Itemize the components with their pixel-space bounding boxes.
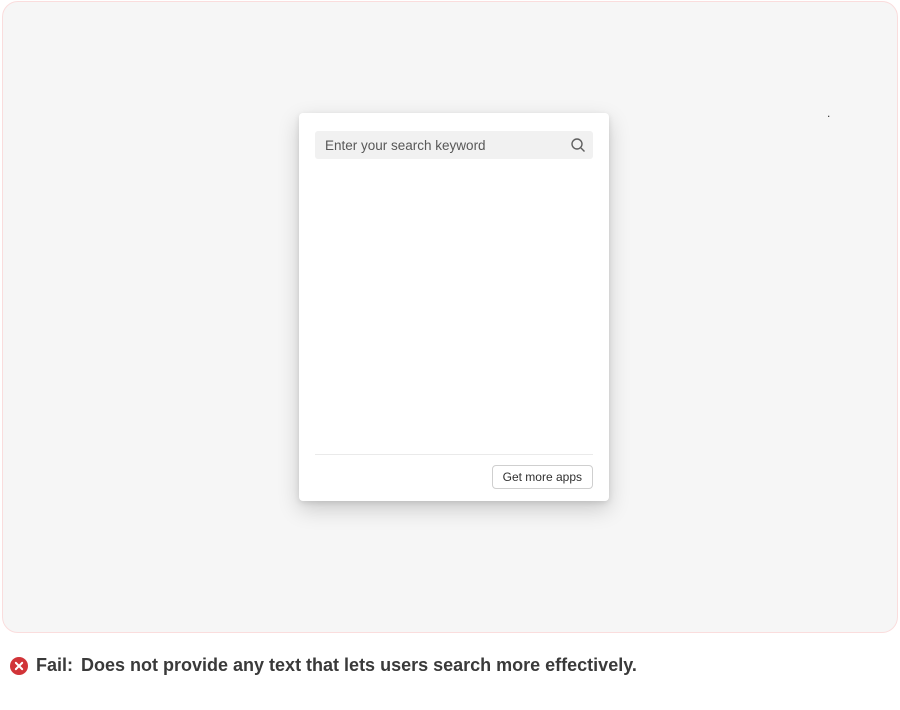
fail-caption: Fail: Does not provide any text that let… bbox=[10, 655, 900, 676]
example-stage: . Get more apps bbox=[2, 1, 898, 633]
decorative-dot: . bbox=[827, 107, 830, 119]
search-input[interactable] bbox=[315, 131, 593, 159]
results-area bbox=[315, 159, 593, 454]
error-icon bbox=[10, 657, 28, 675]
search-icon[interactable] bbox=[569, 136, 587, 154]
get-more-apps-button[interactable]: Get more apps bbox=[492, 465, 593, 489]
search-panel: . Get more apps bbox=[299, 113, 609, 501]
fail-status-label: Fail: bbox=[36, 655, 73, 676]
panel-footer: Get more apps bbox=[315, 454, 593, 489]
fail-description: Does not provide any text that lets user… bbox=[81, 655, 637, 676]
search-row bbox=[315, 131, 593, 159]
